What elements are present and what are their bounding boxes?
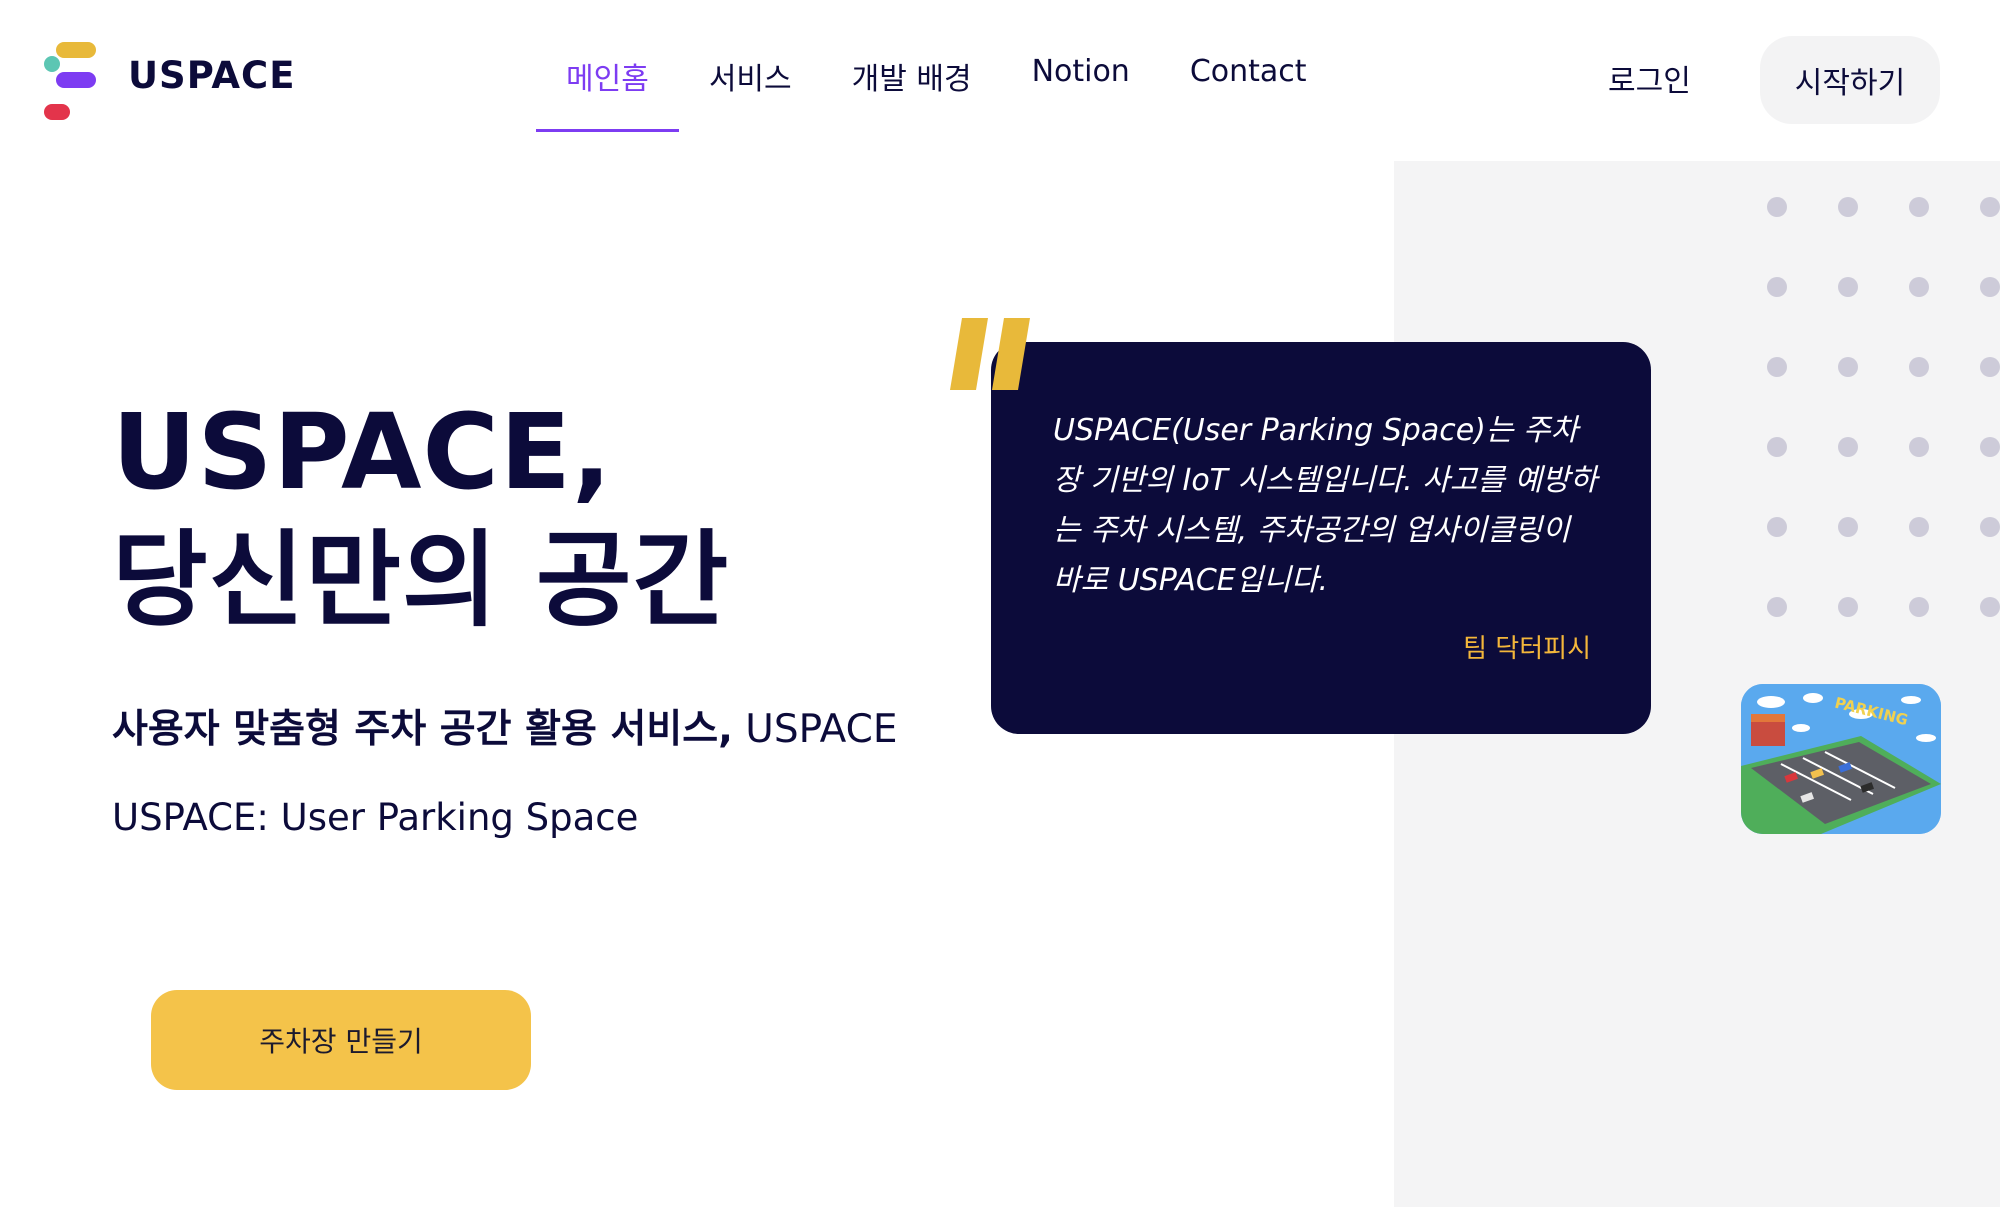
decorative-dot [1767, 277, 1787, 297]
create-parking-button[interactable]: 주차장 만들기 [151, 990, 531, 1090]
logo-text: USPACE [128, 54, 296, 97]
nav-item-service[interactable]: 서비스 [679, 48, 822, 130]
brand-logo[interactable]: USPACE [40, 38, 294, 128]
decorative-dot [1909, 597, 1929, 617]
decorative-dot [1838, 517, 1858, 537]
decorative-dot [1838, 357, 1858, 377]
decorative-dot [1767, 597, 1787, 617]
parking-lot-illustration: PARKING [1741, 684, 1941, 834]
decorative-dot [1767, 197, 1787, 217]
decorative-dot [1909, 357, 1929, 377]
hero-subtitle-brand: USPACE [732, 707, 898, 752]
parking-lot-image: PARKING [1741, 684, 1941, 834]
hero-subtitle-bold: 사용자 맞춤형 주차 공간 활용 서비스, [112, 707, 733, 752]
decorative-dot [1980, 197, 2000, 217]
decorative-dot [1980, 357, 2000, 377]
decorative-dot [1909, 277, 1929, 297]
nav-item-contact[interactable]: Contact [1160, 48, 1337, 130]
nav-item-dev-background[interactable]: 개발 배경 [822, 48, 1002, 130]
login-link[interactable]: 로그인 [1608, 56, 1691, 100]
quote-text: USPACE(User Parking Space)는 주차장 기반의 IoT … [1053, 413, 1598, 598]
decorative-dot [1909, 517, 1929, 537]
decorative-dot [1909, 437, 1929, 457]
decorative-dot [1767, 437, 1787, 457]
decorative-dot [1980, 437, 2000, 457]
hero-tagline: USPACE: User Parking Space [112, 796, 639, 839]
hero-title-line1: USPACE, [112, 391, 613, 513]
logo-mark-icon [40, 38, 102, 122]
start-button[interactable]: 시작하기 [1760, 36, 1940, 124]
hero-title-line2: 당신만의 공간 [112, 519, 730, 641]
nav-item-notion[interactable]: Notion [1002, 48, 1160, 130]
decorative-dot [1767, 357, 1787, 377]
quote-card: USPACE(User Parking Space)는 주차장 기반의 IoT … [991, 342, 1651, 734]
decorative-dot [1980, 517, 2000, 537]
hero-title: USPACE, 당신만의 공간 [112, 388, 729, 644]
nav-item-main-home[interactable]: 메인홈 [536, 48, 679, 132]
decorative-dot-grid [1767, 197, 2000, 617]
decorative-dot [1838, 597, 1858, 617]
hero-subtitle: 사용자 맞춤형 주차 공간 활용 서비스, USPACE [112, 698, 898, 754]
decorative-dot [1909, 197, 1929, 217]
decorative-dot [1838, 437, 1858, 457]
decorative-dot [1767, 517, 1787, 537]
decorative-dot [1838, 197, 1858, 217]
quote-mark-icon [950, 318, 1030, 390]
decorative-dot [1838, 277, 1858, 297]
decorative-dot [1980, 277, 2000, 297]
main-nav: 메인홈 서비스 개발 배경 Notion Contact [536, 48, 1337, 132]
decorative-dot [1980, 597, 2000, 617]
quote-author: 팀 닥터피시 [1463, 634, 1591, 664]
